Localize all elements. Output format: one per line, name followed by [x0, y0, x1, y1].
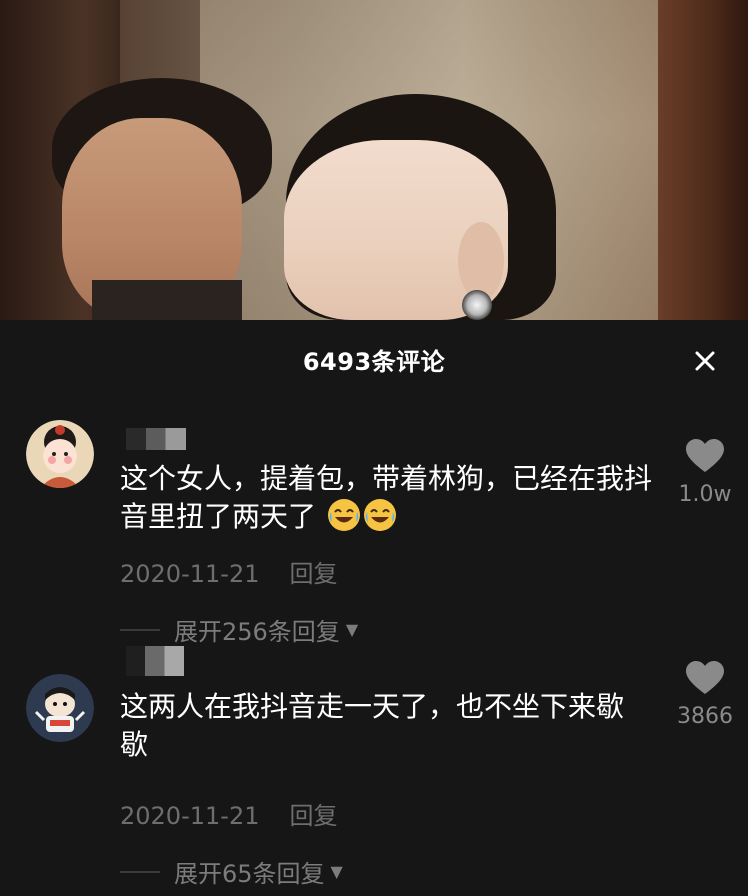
video-figure-man-collar — [92, 280, 242, 320]
expand-replies-label: 展开65条回复 — [174, 860, 325, 888]
like-button[interactable]: 3866 — [670, 660, 740, 729]
comments-sheet: 6493条评论 这个女人，提着包，带着林狗，已经在我抖音里扭了两天了 2020-… — [0, 320, 748, 896]
expand-replies-button[interactable]: 展开256条回复 ▼ — [120, 612, 358, 647]
comment-meta: 2020-11-21 回复 — [120, 554, 337, 589]
video-scene-door-right — [658, 0, 748, 320]
heart-icon — [686, 439, 724, 472]
expand-divider — [120, 870, 160, 873]
triangle-down-icon: ▼ — [345, 620, 359, 639]
triangle-down-icon: ▼ — [330, 862, 343, 881]
expand-divider — [120, 628, 160, 631]
comment-meta: 2020-11-21 回复 — [120, 796, 337, 831]
comment-text: 这个女人，提着包，带着林狗，已经在我抖音里扭了两天了 — [120, 460, 660, 536]
expand-replies-button[interactable]: 展开65条回复 ▼ — [120, 854, 343, 889]
comments-count-title: 6493条评论 — [302, 348, 446, 376]
like-count: 3866 — [677, 704, 733, 729]
close-icon[interactable] — [690, 346, 720, 376]
cartoon-girl-avatar-icon[interactable] — [26, 420, 94, 488]
username-censored — [126, 428, 186, 450]
comment-date: 2020-11-21 — [120, 560, 260, 588]
laughing-crying-emoji-icon — [327, 499, 360, 531]
laughing-crying-emoji-icon — [363, 499, 396, 531]
like-count: 1.0w — [678, 482, 732, 507]
expand-replies-label: 展开256条回复 — [174, 618, 340, 646]
reply-button[interactable]: 回复 — [289, 802, 337, 830]
video-figure-woman-ear — [458, 222, 504, 300]
comment-text: 这两人在我抖音走一天了，也不坐下来歇歇 — [120, 688, 650, 764]
comment-date: 2020-11-21 — [120, 802, 260, 830]
heart-icon — [686, 661, 724, 694]
reply-button[interactable]: 回复 — [289, 560, 337, 588]
username-censored — [126, 646, 184, 676]
comment-text-content: 这两人在我抖音走一天了，也不坐下来歇歇 — [120, 690, 625, 761]
video-figure-earring — [462, 290, 492, 320]
like-button[interactable]: 1.0w — [670, 438, 740, 507]
video-player[interactable] — [0, 0, 748, 320]
cartoon-character-avatar-icon[interactable] — [26, 674, 94, 742]
